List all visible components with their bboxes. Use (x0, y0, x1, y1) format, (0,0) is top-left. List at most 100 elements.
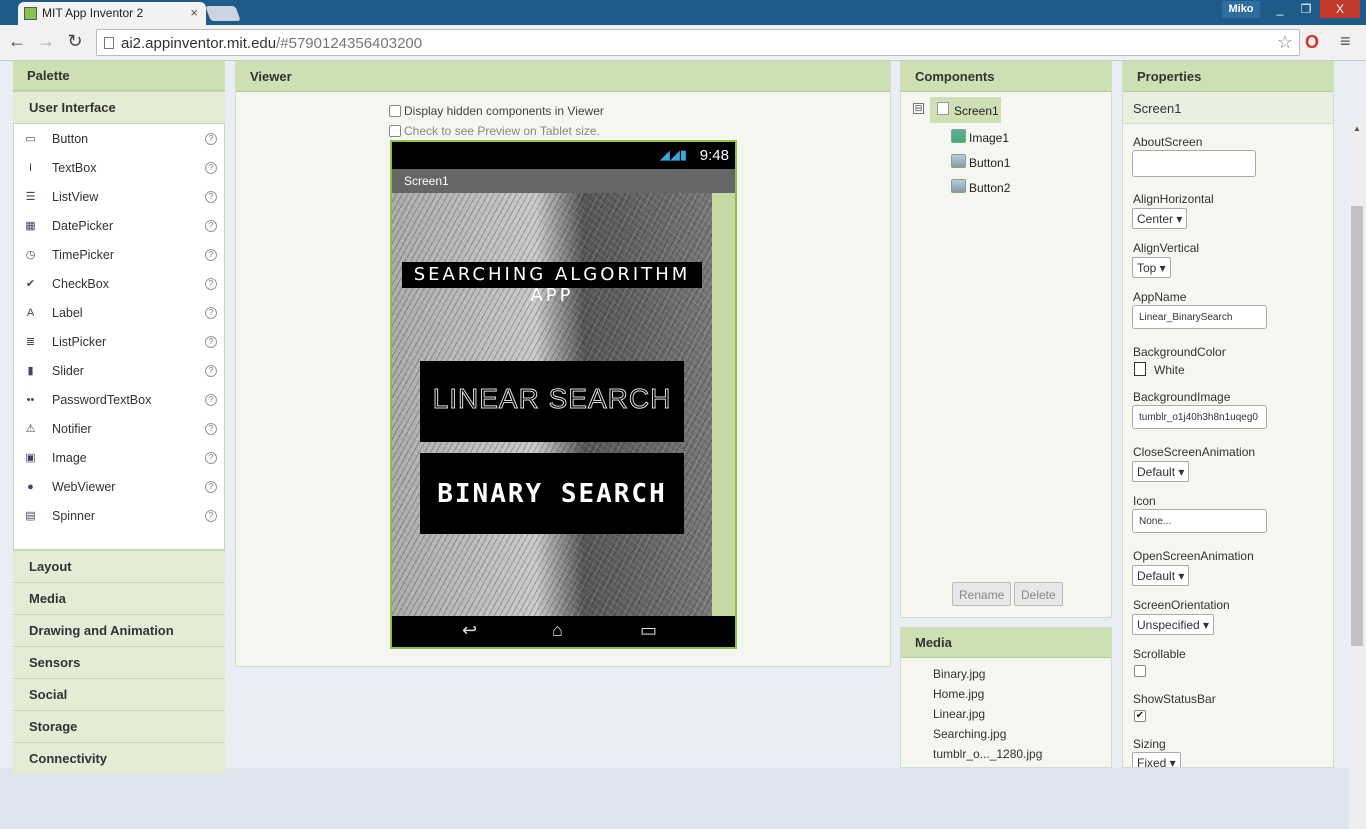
about-screen-textarea[interactable] (1132, 150, 1256, 177)
component-image1[interactable]: Image1 (951, 129, 1009, 145)
palette-item-label: ListView (52, 190, 99, 204)
slider-icon: ▮ (27, 365, 34, 377)
component-button2[interactable]: Button2 (951, 179, 1010, 195)
help-icon[interactable]: ? (205, 394, 217, 406)
close-animation-select[interactable]: Default ▾ (1132, 461, 1190, 482)
button-icon (951, 154, 966, 168)
background-image-input[interactable]: tumblr_o1j40h3h8n1uqeg0 (1132, 405, 1267, 429)
media-file[interactable]: Linear.jpg (933, 707, 985, 721)
address-bar[interactable]: ai2.appinventor.mit.edu/#579012435640320… (96, 29, 1300, 56)
media-file[interactable]: Home.jpg (933, 687, 984, 701)
component-screen1[interactable]: Screen1 (930, 97, 1001, 123)
show-status-bar-checkbox[interactable]: ✔ (1134, 710, 1146, 722)
screen-icon (937, 102, 949, 115)
checkbox-box[interactable] (389, 125, 401, 137)
palette-item-notifier[interactable]: ⚠ Notifier? (14, 414, 224, 443)
help-icon[interactable]: ? (205, 452, 217, 464)
palette-header: Palette (13, 61, 225, 91)
align-horizontal-select[interactable]: Center ▾ (1132, 208, 1188, 229)
help-icon[interactable]: ? (205, 336, 217, 348)
reload-icon[interactable]: ↻ (63, 31, 87, 55)
help-icon[interactable]: ? (205, 307, 217, 319)
help-icon[interactable]: ? (205, 423, 217, 435)
palette-item-label: Button (52, 132, 89, 146)
palette-item-datepicker[interactable]: ▦ DatePicker? (14, 211, 224, 240)
linear-search-button[interactable]: LINEAR SEARCH (420, 361, 684, 442)
palette-item-passwordtextbox[interactable]: •• PasswordTextBox? (14, 385, 224, 414)
component-button1[interactable]: Button1 (951, 154, 1010, 170)
delete-button[interactable]: Delete (1014, 582, 1063, 606)
palette-item-checkbox[interactable]: ✔ CheckBox? (14, 269, 224, 298)
hidden-components-checkbox[interactable]: Display hidden components in Viewer (389, 104, 604, 118)
palette-item-slider[interactable]: ▮ Slider? (14, 356, 224, 385)
checkbox-icon: ✔ (25, 278, 36, 290)
app-name-input[interactable]: Linear_BinarySearch (1132, 305, 1267, 329)
palette-category-connectivity[interactable]: Connectivity (13, 742, 225, 774)
scroll-up-arrow-icon[interactable]: ▲ (1353, 124, 1361, 133)
palette-category-user-interface[interactable]: User Interface (13, 91, 225, 123)
rename-button[interactable]: Rename (952, 582, 1012, 606)
user-profile-button[interactable]: Miko (1222, 1, 1260, 18)
opera-extension-icon[interactable]: O (1305, 32, 1319, 53)
restore-button[interactable]: ❐ (1294, 0, 1318, 18)
palette-item-image[interactable]: ▣ Image? (14, 443, 224, 472)
open-animation-select[interactable]: Default ▾ (1132, 565, 1190, 586)
palette-item-webviewer[interactable]: ● WebViewer? (14, 472, 224, 501)
palette-category-sensors[interactable]: Sensors (13, 646, 225, 678)
screen-orientation-select[interactable]: Unspecified ▾ (1132, 614, 1215, 635)
collapse-tree-icon[interactable]: ⊟ (913, 103, 924, 114)
page-scrollbar[interactable]: ▲ (1349, 122, 1366, 829)
sizing-select[interactable]: Fixed ▾ (1132, 752, 1181, 767)
new-tab-button[interactable] (205, 6, 241, 21)
palette-item-timepicker[interactable]: ◷ TimePicker? (14, 240, 224, 269)
palette-panel: Palette User Interface ▭ Button? I TextBox?… (13, 61, 225, 774)
help-icon[interactable]: ? (205, 162, 217, 174)
browser-menu-icon[interactable]: ≡ (1340, 31, 1351, 52)
palette-item-label: Slider (52, 364, 84, 378)
browser-tab[interactable]: MIT App Inventor 2 × (18, 2, 206, 25)
palette-category-social[interactable]: Social (13, 678, 225, 710)
help-icon[interactable]: ? (205, 220, 217, 232)
palette-category-drawing-and-animation[interactable]: Drawing and Animation (13, 614, 225, 646)
help-icon[interactable]: ? (205, 278, 217, 290)
background-image-label: BackgroundImage (1133, 390, 1231, 404)
background-color-value[interactable]: White (1154, 363, 1185, 377)
align-vertical-select[interactable]: Top ▾ (1132, 257, 1171, 278)
close-window-button[interactable]: X (1320, 0, 1360, 18)
palette-item-spinner[interactable]: ▤ Spinner? (14, 501, 224, 540)
app-title-image[interactable]: SEARCHING ALGORITHM APP (402, 262, 702, 306)
scrollbar-thumb[interactable] (1351, 206, 1363, 646)
tablet-preview-checkbox[interactable]: Check to see Preview on Tablet size. (389, 124, 600, 138)
binary-search-button[interactable]: BINARY SEARCH (420, 453, 684, 534)
phone-screen-title: Screen1 (392, 169, 735, 193)
help-icon[interactable]: ? (205, 191, 217, 203)
help-icon[interactable]: ? (205, 249, 217, 261)
palette-item-listview[interactable]: ☰ ListView? (14, 182, 224, 211)
color-swatch[interactable] (1134, 362, 1146, 376)
media-file[interactable]: Searching.jpg (933, 727, 1006, 741)
checkbox-box[interactable] (389, 105, 401, 117)
help-icon[interactable]: ? (205, 510, 217, 522)
palette-category-media[interactable]: Media (13, 582, 225, 614)
palette-item-label: DatePicker (52, 219, 114, 233)
back-arrow-icon[interactable]: ← (5, 31, 29, 55)
help-icon[interactable]: ? (205, 365, 217, 377)
palette-item-label[interactable]: A Label? (14, 298, 224, 327)
bookmark-star-icon[interactable]: ☆ (1277, 32, 1293, 53)
timepicker-icon: ◷ (25, 249, 36, 261)
tab-close-icon[interactable]: × (190, 5, 198, 20)
help-icon[interactable]: ? (205, 133, 217, 145)
palette-item-listpicker[interactable]: ≣ ListPicker? (14, 327, 224, 356)
forward-arrow-icon[interactable]: → (34, 31, 58, 55)
palette-item-textbox[interactable]: I TextBox? (14, 153, 224, 182)
media-file[interactable]: tumblr_o..._1280.jpg (933, 747, 1042, 761)
palette-item-button[interactable]: ▭ Button? (14, 124, 224, 153)
align-vertical-label: AlignVertical (1133, 241, 1200, 255)
minimize-button[interactable]: _ (1268, 0, 1292, 18)
media-file[interactable]: Binary.jpg (933, 667, 985, 681)
icon-input[interactable]: None... (1132, 509, 1267, 533)
palette-category-storage[interactable]: Storage (13, 710, 225, 742)
palette-category-layout[interactable]: Layout (13, 550, 225, 582)
help-icon[interactable]: ? (205, 481, 217, 493)
scrollable-checkbox[interactable] (1134, 665, 1146, 677)
